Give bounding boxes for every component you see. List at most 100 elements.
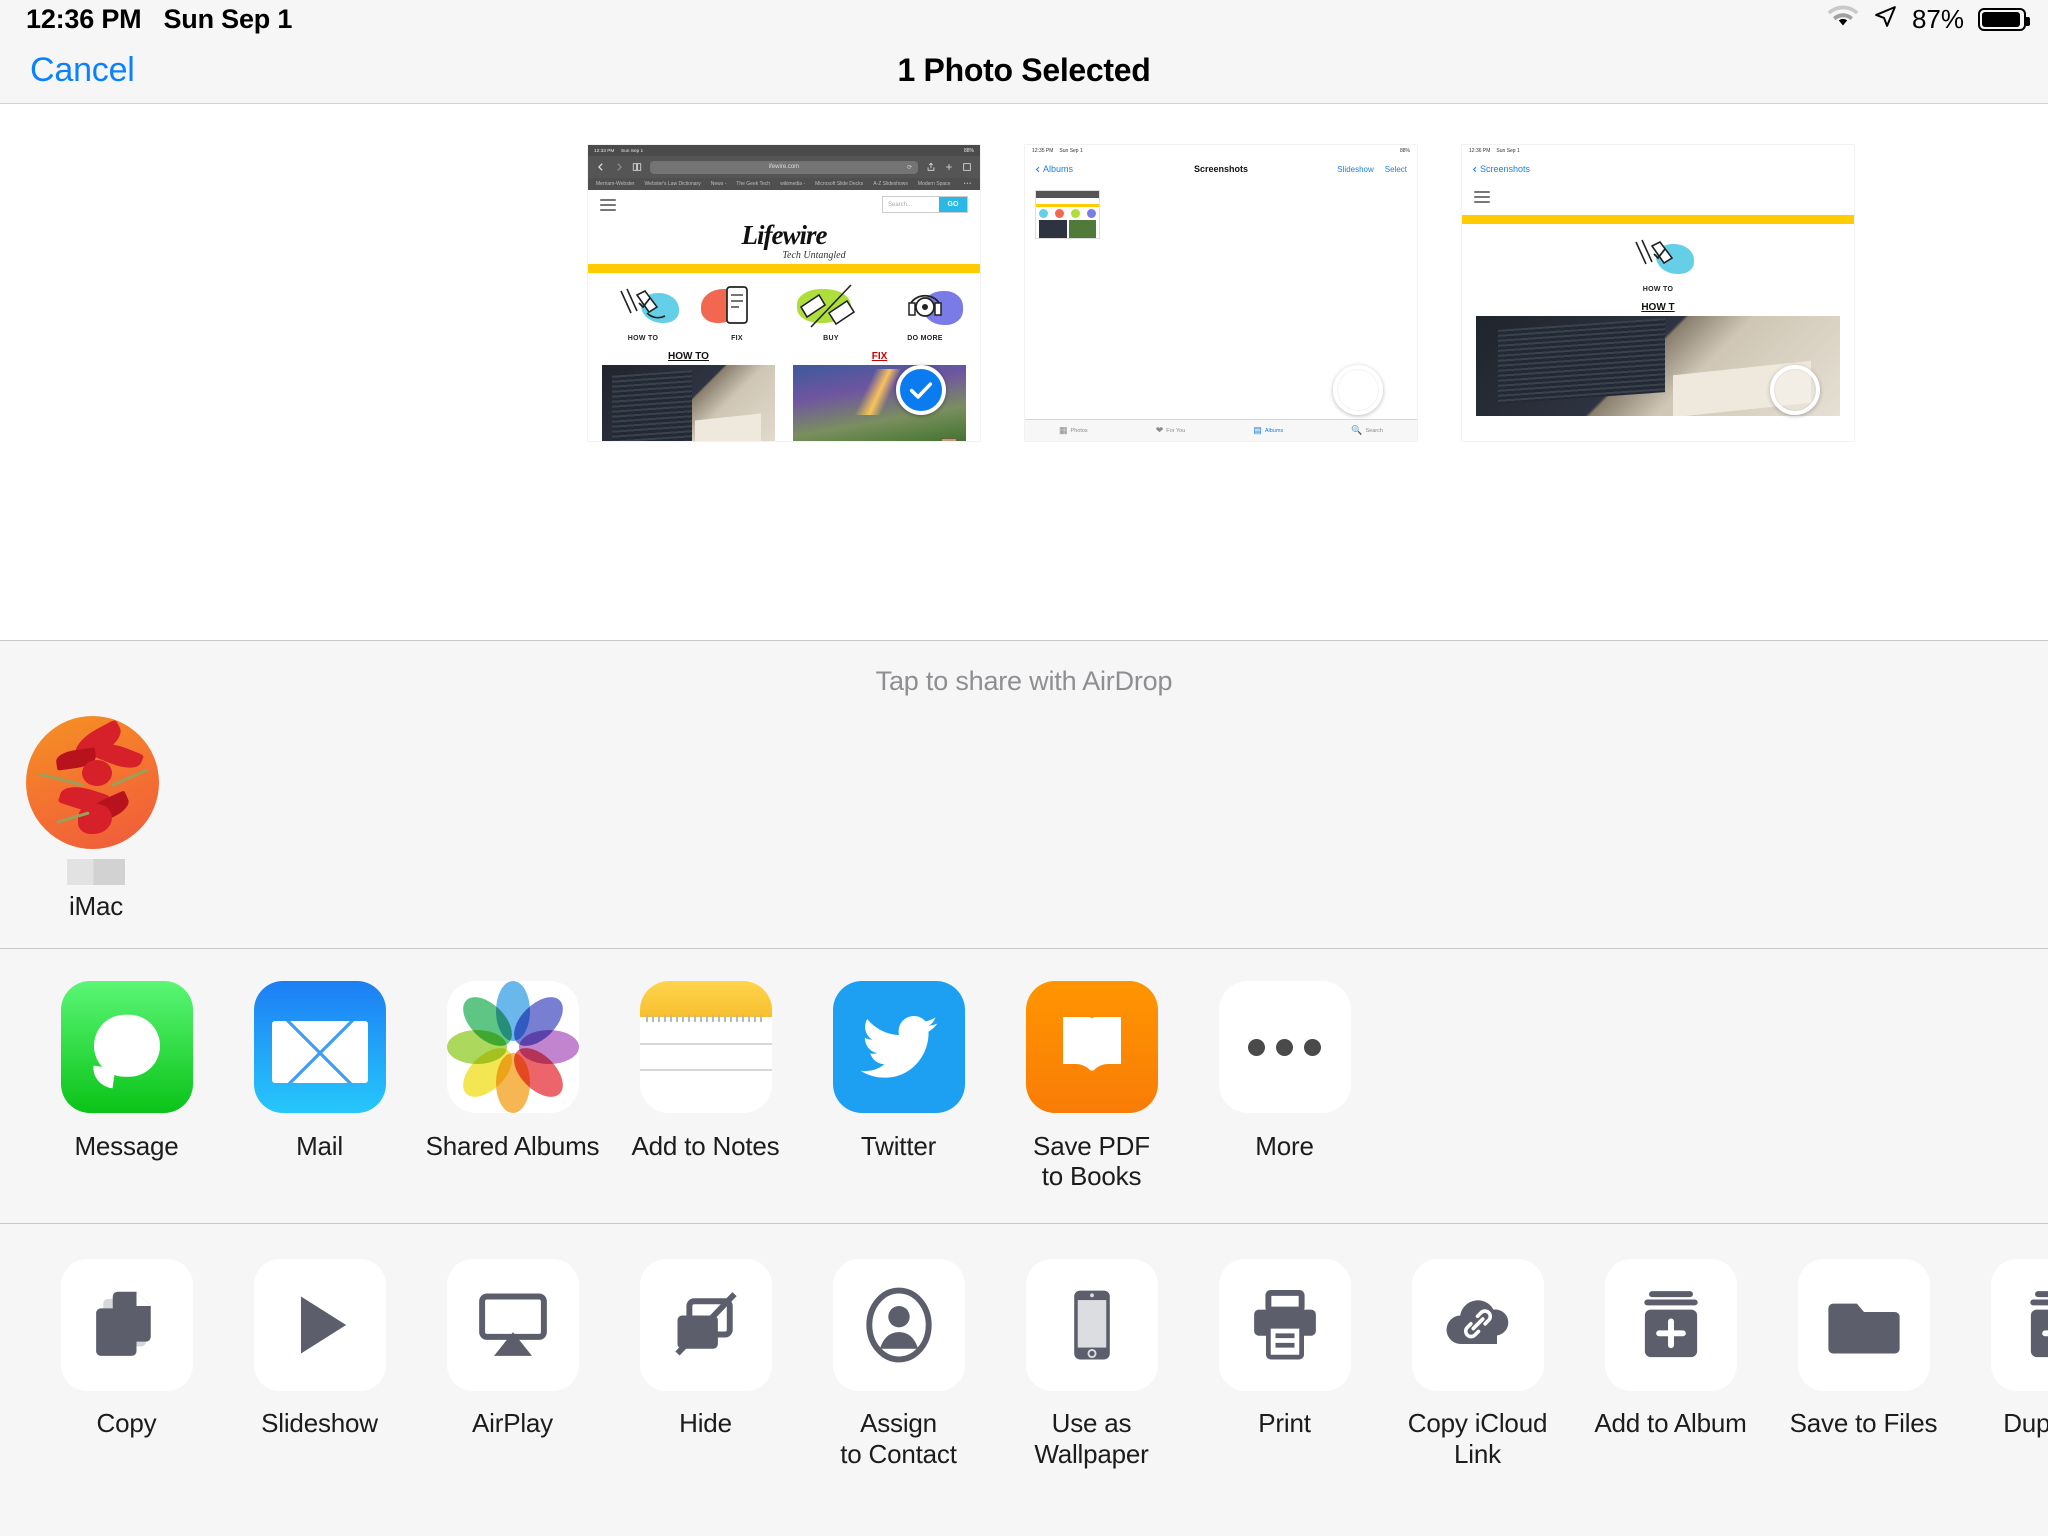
action-duplicate[interactable]: Duplicate [1960,1259,2048,1439]
airdrop-section: Tap to share with AirDrop iMac [0,640,2048,949]
status-date: Sun Sep 1 [163,3,293,34]
action-label: Copy [96,1408,157,1438]
action-copy-icloud-link[interactable]: Copy iCloud Link [1381,1259,1574,1470]
mini-status-date: Sun Sep 1 [621,147,644,154]
loading-spinner-icon [1333,365,1383,415]
fix-illustration [693,279,781,333]
action-slideshow[interactable]: Slideshow [223,1259,416,1439]
notes-app-icon [639,981,772,1113]
bookmark-item: News - [710,181,727,187]
printer-icon [1218,1259,1351,1391]
mini-search-go-button: GO [939,197,967,212]
thumbnail-lifewire-safari-2[interactable]: 12:36 PM Sun Sep 1 Screenshots HOW TO HO… [1462,145,1854,441]
category-label: FIX [731,335,743,342]
album-plus-icon [1604,1259,1737,1391]
mini-site-header [1462,182,1854,212]
mini-safari-toolbar: ifewire.com ⟳ [588,156,980,178]
hamburger-menu-icon [1474,188,1490,206]
thumbnail-lifewire-safari[interactable]: 12:33 PM Sun Sep 1 88% ifewire.com ⟳ Mer… [588,145,980,441]
category-label: HOW TO [627,335,659,342]
share-target-save-pdf-to-books[interactable]: Save PDF to Books [995,981,1188,1192]
wifi-icon [1827,5,1859,34]
status-time: 12:36 PM [26,3,142,34]
overflow-dots-icon: ••• [963,181,972,187]
action-use-as-wallpaper[interactable]: Use as Wallpaper [995,1259,1188,1470]
section-image [602,365,775,441]
mini-battery: 88% [963,147,974,154]
bookmark-item: Webster's Law Dictionary [644,181,701,187]
share-target-mail[interactable]: Mail [223,981,416,1162]
mini-brand-block: Lifewire Tech Untangled [588,220,980,261]
duplicate-plus-icon [1990,1259,2048,1391]
mini-status-bar: 12:36 PM Sun Sep 1 [1462,145,1854,156]
mini-bookmarks-bar: Merriam-Webster Webster's Law Dictionary… [588,178,980,190]
selected-checkmark-badge[interactable] [896,365,946,415]
action-label: Hide [679,1408,732,1438]
mini-photos-navbar: Albums Screenshots Slideshow Select [1025,156,1417,182]
section-heading: HOW TO [668,351,709,362]
battery-icon [1978,7,2030,31]
action-print[interactable]: Print [1188,1259,1381,1439]
bookmark-item: wikimedia - [780,181,806,187]
action-hide[interactable]: Hide [609,1259,802,1439]
action-add-to-album[interactable]: Add to Album [1574,1259,1767,1439]
category-item: BUY [787,279,875,342]
category-item: FIX [693,279,781,342]
books-app-icon [1025,981,1158,1113]
bookmark-item: The Geek Tech [736,181,771,187]
photos-tab-icon: ▦ [1059,425,1068,435]
category-label: HOW TO [1642,286,1674,293]
share-target-twitter[interactable]: Twitter [802,981,995,1162]
preview-strip[interactable]: 12:33 PM Sun Sep 1 88% ifewire.com ⟳ Mer… [0,105,2048,640]
mail-app-icon [253,981,386,1113]
share-target-add-to-notes[interactable]: Add to Notes [609,981,802,1162]
airdrop-person-imac[interactable]: iMac [26,716,166,922]
folder-icon [1797,1259,1930,1391]
bookmarks-icon [632,163,642,171]
share-target-shared-albums[interactable]: Shared Albums [416,981,609,1162]
action-airplay[interactable]: AirPlay [416,1259,609,1439]
back-to-screenshots-button: Screenshots [1472,164,1530,174]
status-bar: 12:36 PM Sun Sep 1 87% [0,0,2048,38]
airdrop-device-label: iMac [68,891,124,921]
battery-percent: 87% [1911,3,1964,34]
share-target-more[interactable]: More [1188,981,1381,1162]
cancel-button[interactable]: Cancel [30,51,135,90]
action-row: Copy Slideshow AirPlay Hide Assign to Co… [0,1224,2048,1536]
action-save-to-files[interactable]: Save to Files [1767,1259,1960,1439]
category-label: DO MORE [907,335,943,342]
status-bar-left: 12:36 PM Sun Sep 1 [26,4,292,35]
hamburger-menu-icon [600,196,616,214]
share-target-label: Mail [296,1131,343,1161]
category-item: DO MORE [881,279,969,342]
thumbnail-list[interactable]: 12:33 PM Sun Sep 1 88% ifewire.com ⟳ Mer… [588,145,1854,441]
action-label: Assign to Contact [840,1408,957,1470]
share-icon [927,162,935,171]
mini-status-bar: 12:35 PM Sun Sep 1 88% [1025,145,1417,156]
device-wallpaper-icon [1025,1259,1158,1391]
action-label: Duplicate [2003,1408,2048,1438]
howto-illustration [599,279,687,333]
action-label: Use as Wallpaper [1034,1408,1149,1470]
mini-battery: 88% [1399,147,1410,154]
section-heading: FIX [871,351,888,362]
more-ellipsis-icon [1218,981,1351,1113]
back-chevron-icon [598,163,603,171]
hide-slash-icon [639,1259,772,1391]
twitter-app-icon [832,981,965,1113]
play-triangle-icon [253,1259,386,1391]
site-logo-text: Lifewire [741,220,828,250]
albums-tab-icon: ▤ [1253,425,1262,435]
action-copy[interactable]: Copy [30,1259,223,1439]
action-label: Slideshow [261,1408,378,1438]
photos-app-icon [446,981,579,1113]
bookmark-item: Microsoft Slide Decks [815,181,864,187]
thumbnail-photos-screenshots[interactable]: 12:35 PM Sun Sep 1 88% Albums Screenshot… [1025,145,1417,441]
mini-search-placeholder: Search... [888,201,913,208]
brand-yellow-bar [1462,215,1854,224]
mini-status-bar: 12:33 PM Sun Sep 1 88% [588,145,980,156]
share-target-label: More [1255,1131,1314,1161]
action-assign-to-contact[interactable]: Assign to Contact [802,1259,995,1470]
section-howto: HOW TO [602,348,775,441]
share-target-message[interactable]: Message [30,981,223,1162]
